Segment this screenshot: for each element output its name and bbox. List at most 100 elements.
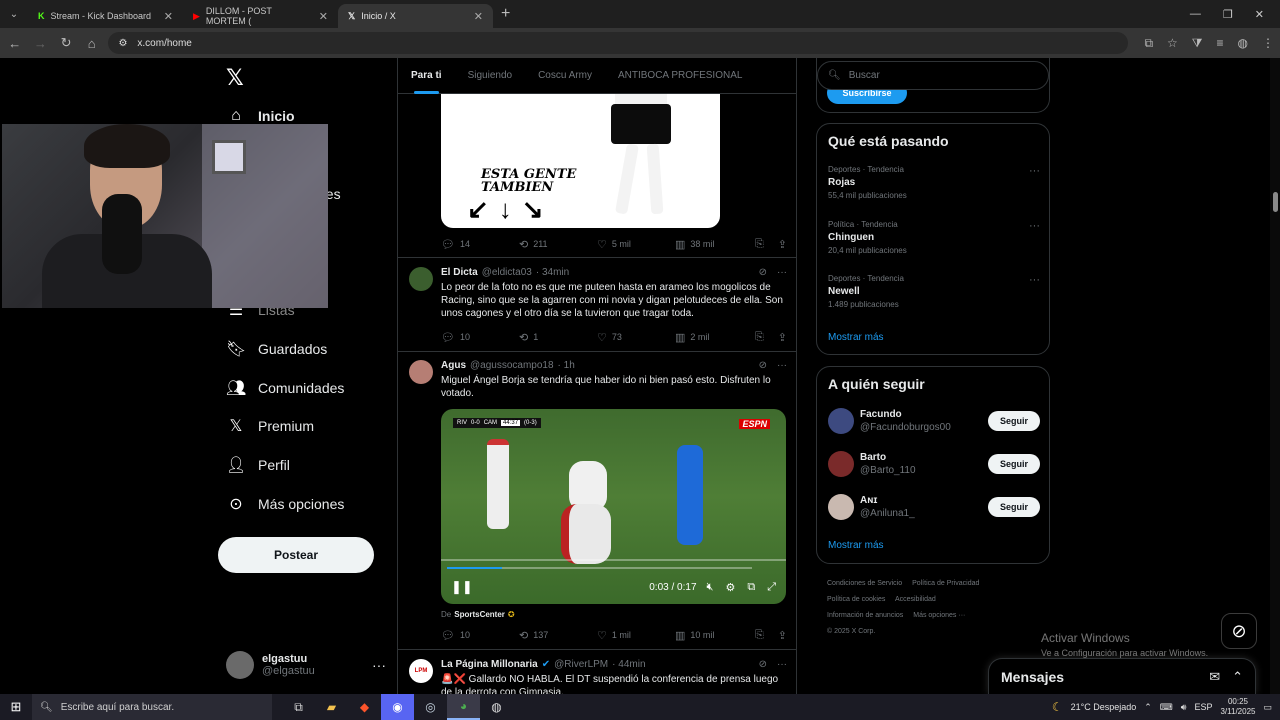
- clock[interactable]: 00:25 3/11/2025: [1220, 697, 1255, 717]
- media-icon[interactable]: ≡: [1217, 36, 1224, 51]
- network-icon[interactable]: ⌨: [1160, 702, 1173, 713]
- file-explorer-icon[interactable]: ▰: [315, 694, 348, 720]
- new-message-icon[interactable]: ✉: [1209, 669, 1220, 685]
- forward-icon[interactable]: →: [32, 36, 50, 51]
- follow-item[interactable]: Barto @Barto_110 Seguir: [828, 450, 1040, 478]
- footer-link[interactable]: Accesibilidad: [895, 596, 936, 603]
- install-icon[interactable]: ⧉: [1144, 36, 1153, 51]
- pause-icon[interactable]: ❚❚: [451, 579, 473, 595]
- trend-item[interactable]: Política · Tendencia Chinguen 20,4 mil p…: [828, 220, 1040, 255]
- tab-youtube[interactable]: ▶ DILLOM - POST MORTEM ( ✕: [183, 4, 338, 28]
- task-view-icon[interactable]: ⧉: [282, 694, 315, 720]
- notifications-icon[interactable]: ▭: [1263, 702, 1272, 713]
- site-info-icon[interactable]: ⚙: [118, 38, 127, 49]
- tab-x[interactable]: 𝕏 Inicio / X ✕: [338, 4, 493, 28]
- tweet-time[interactable]: · 1h: [558, 360, 575, 371]
- popout-icon[interactable]: ⧉: [747, 581, 755, 594]
- views-button[interactable]: ▥ 10 mil: [675, 629, 753, 642]
- more-dots-icon[interactable]: ···: [1029, 165, 1040, 177]
- tweet-author[interactable]: La Página Millonaria: [441, 659, 538, 670]
- new-tab-button[interactable]: +: [493, 5, 518, 23]
- nav-communities[interactable]: 👥︎ Comunidades: [226, 375, 344, 401]
- more-dots-icon[interactable]: ···: [1029, 274, 1040, 286]
- share-icon[interactable]: ⇪: [778, 238, 787, 251]
- close-icon[interactable]: ✕: [474, 10, 483, 23]
- reply-button[interactable]: 💬︎ 10: [441, 629, 519, 642]
- search-input[interactable]: 🔍︎ Buscar: [817, 61, 1049, 90]
- more-dots-icon[interactable]: ···: [372, 657, 386, 673]
- windows-start-icon[interactable]: ⊞: [0, 699, 32, 715]
- home-icon[interactable]: ⌂: [83, 36, 101, 51]
- repost-button[interactable]: ⟲ 211: [519, 238, 597, 251]
- grok-icon[interactable]: ⊘: [759, 360, 767, 371]
- avatar[interactable]: [828, 494, 854, 520]
- views-button[interactable]: ▥ 2 mil: [675, 331, 753, 344]
- page-scrollbar[interactable]: [1270, 58, 1280, 694]
- avatar[interactable]: [409, 360, 433, 384]
- follow-button[interactable]: Seguir: [988, 411, 1040, 431]
- close-window-icon[interactable]: ✕: [1255, 8, 1264, 21]
- tweet-author[interactable]: El Dicta: [441, 267, 478, 278]
- footer-link[interactable]: Condiciones de Servicio: [827, 580, 902, 587]
- close-icon[interactable]: ✕: [319, 10, 328, 23]
- avatar[interactable]: [828, 451, 854, 477]
- tweet-handle[interactable]: @eldicta03: [482, 267, 532, 278]
- grok-icon[interactable]: ⊘: [759, 267, 767, 278]
- scrollbar-thumb[interactable]: [1273, 192, 1278, 212]
- bookmark-icon[interactable]: ⎘: [755, 331, 764, 344]
- profile-avatar-icon[interactable]: ◍: [1238, 36, 1248, 51]
- video-source-name[interactable]: SportsCenter: [454, 610, 505, 619]
- chrome-icon[interactable]: ◕: [447, 694, 480, 720]
- bookmark-icon[interactable]: ⎘: [755, 238, 764, 251]
- trend-item[interactable]: Deportes · Tendencia Newell 1.489 public…: [828, 274, 1040, 309]
- obs-icon[interactable]: ◍: [480, 694, 513, 720]
- weather-text[interactable]: 21°C Despejado: [1071, 702, 1137, 712]
- footer-link[interactable]: Información de anuncios: [827, 612, 903, 619]
- language-indicator[interactable]: ESP: [1194, 702, 1212, 712]
- tab-coscu-army[interactable]: Coscu Army: [525, 58, 605, 94]
- star-icon[interactable]: ☆: [1167, 36, 1178, 51]
- like-button[interactable]: ♡ 5 mil: [597, 238, 675, 251]
- follow-button[interactable]: Seguir: [988, 497, 1040, 517]
- video-player[interactable]: RIV 0-0 CAM 44:37 (0-3) ESPN ❚❚ 0:03 / 0…: [441, 409, 786, 604]
- volume-icon[interactable]: 🔊︎: [1181, 702, 1187, 713]
- show-more-link[interactable]: Mostrar más: [828, 332, 884, 343]
- footer-link[interactable]: Política de cookies: [827, 596, 885, 603]
- x-logo-icon[interactable]: 𝕏: [226, 66, 244, 91]
- taskbar-search[interactable]: 🔍︎ Escribe aquí para buscar.: [32, 694, 272, 720]
- reply-button[interactable]: 💬︎ 10: [441, 331, 519, 344]
- avatar[interactable]: LPM: [409, 659, 433, 683]
- tab-search-icon[interactable]: ⌄: [0, 9, 28, 20]
- nav-premium[interactable]: 𝕏 Premium: [226, 413, 314, 439]
- repost-button[interactable]: ⟲ 137: [519, 629, 597, 642]
- share-icon[interactable]: ⇪: [778, 629, 787, 642]
- views-button[interactable]: ▥ 38 mil: [675, 238, 753, 251]
- trend-item[interactable]: Deportes · Tendencia Rojas 55,4 mil publ…: [828, 165, 1040, 200]
- extensions-icon[interactable]: ⧩: [1192, 36, 1203, 51]
- avatar[interactable]: [409, 267, 433, 291]
- avatar[interactable]: [828, 408, 854, 434]
- follow-item[interactable]: Aɴɪ @Aniluna1_ Seguir: [828, 493, 1040, 521]
- chevron-up-icon[interactable]: ⌃: [1144, 702, 1152, 713]
- restore-icon[interactable]: ❐: [1223, 8, 1233, 21]
- follow-button[interactable]: Seguir: [988, 454, 1040, 474]
- account-switcher[interactable]: elgastuu @elgastuu ···: [226, 648, 386, 682]
- address-bar[interactable]: ⚙ x.com/home: [108, 32, 1129, 54]
- expand-icon[interactable]: ⌃: [1232, 669, 1243, 685]
- show-more-link[interactable]: Mostrar más: [828, 540, 884, 551]
- share-icon[interactable]: ⇪: [778, 331, 787, 344]
- tweet-handle[interactable]: @agussocampo18: [470, 360, 554, 371]
- brave-icon[interactable]: ◆: [348, 694, 381, 720]
- more-dots-icon[interactable]: ···: [777, 360, 787, 371]
- bookmark-icon[interactable]: ⎘: [755, 629, 764, 642]
- nav-bookmarks[interactable]: 🔖︎ Guardados: [226, 336, 327, 362]
- nav-profile[interactable]: 👤︎ Perfil: [226, 452, 290, 478]
- tweet-time[interactable]: · 44min: [612, 659, 645, 670]
- footer-link[interactable]: Más opciones ···: [913, 612, 965, 619]
- messages-drawer[interactable]: Mensajes ✉ ⌃: [988, 658, 1256, 694]
- tab-antiboca[interactable]: ANTIBOCA PROFESIONAL: [605, 58, 755, 94]
- grok-icon[interactable]: ⊘: [759, 659, 767, 670]
- reload-icon[interactable]: ↻: [57, 35, 75, 51]
- back-icon[interactable]: ←: [6, 36, 24, 51]
- footer-link[interactable]: Política de Privacidad: [912, 580, 979, 587]
